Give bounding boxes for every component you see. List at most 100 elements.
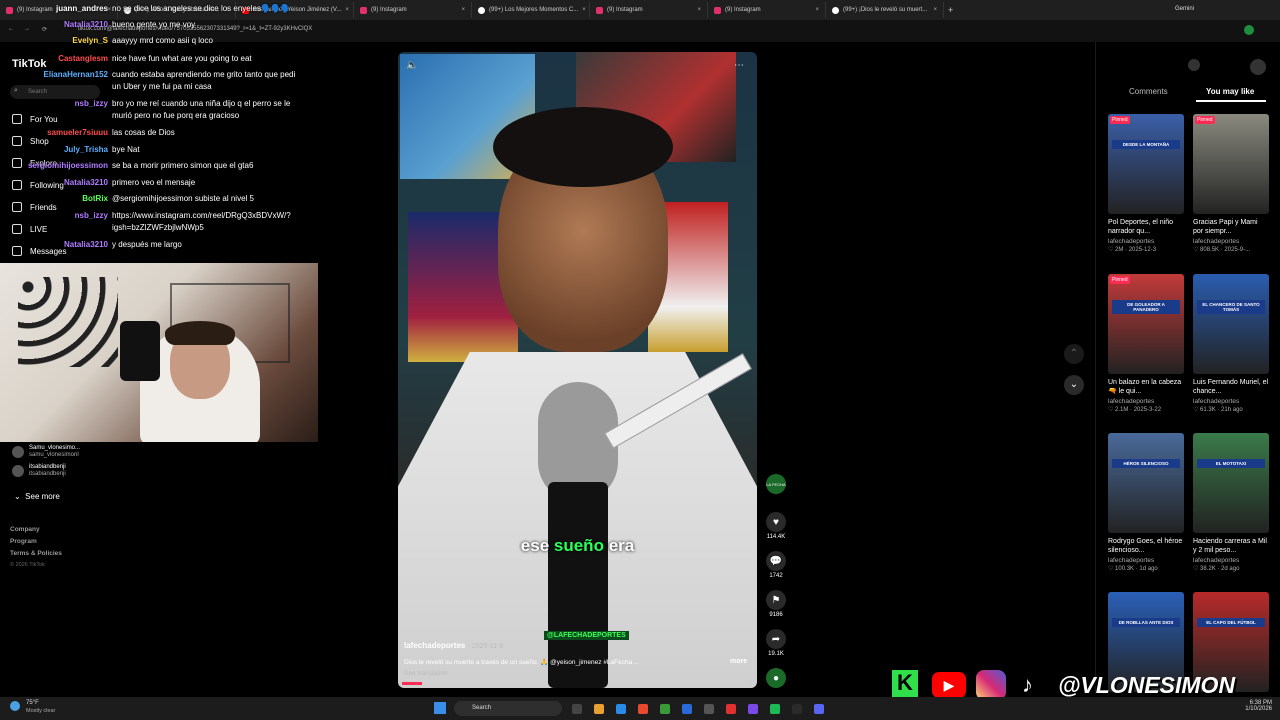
see-translation-link[interactable]: See translation xyxy=(404,670,447,677)
taskbar-app-icon[interactable] xyxy=(814,704,824,714)
profile-avatar[interactable] xyxy=(1244,25,1254,35)
taskbar-app-icon[interactable] xyxy=(572,704,582,714)
chat-text: primero veo el mensaje xyxy=(112,178,196,187)
close-tab-icon[interactable]: × xyxy=(933,7,937,13)
video-thumbnail[interactable]: Pinned DE GOLEADOR A PANADERO xyxy=(1108,274,1184,374)
taskbar-app-icon[interactable] xyxy=(770,704,780,714)
chat-message: un Uber y me fui pa mi casa xyxy=(0,82,212,92)
share-icon: ➦ xyxy=(766,629,786,649)
card-title[interactable]: Haciendo carreras a Mil y 2 mil peso... xyxy=(1193,537,1269,555)
taskbar-app-icon[interactable] xyxy=(616,704,626,714)
like-count: 114.4K xyxy=(766,534,786,540)
comment-icon: 💬 xyxy=(766,551,786,571)
video-thumbnail[interactable]: Pinned DESDE LA MONTAÑA xyxy=(1108,114,1184,214)
video-watermark: @LAFECHADEPORTES xyxy=(544,631,629,640)
card-title[interactable]: Pol Deportes, el niño narrador qu... xyxy=(1108,218,1184,236)
video-author[interactable]: lafechadeportes · 2025-11-8 xyxy=(404,641,503,650)
taskbar-search[interactable]: Search xyxy=(454,701,562,716)
mute-icon[interactable]: 🔈 xyxy=(406,60,418,71)
chat-username: Natalia3210 xyxy=(63,178,108,187)
video-player[interactable]: 🔈 ⋯ ese sueño era @LAFECHADEPORTES lafec… xyxy=(398,52,757,688)
author-name[interactable]: lafechadeportes xyxy=(404,641,465,650)
following-account[interactable]: itsabiandbenji itsabiandbenji xyxy=(12,464,112,478)
card-title[interactable]: Un balazo en la cabeza 🔫 le qui... xyxy=(1108,378,1184,396)
browser-tab[interactable]: (9) Instagram × xyxy=(590,2,708,18)
card-title[interactable]: Luis Fernando Muriel, el chance... xyxy=(1193,378,1269,396)
save-button[interactable]: ⚑ 9186 xyxy=(766,590,786,618)
recommended-video-card[interactable]: Pinned DE GOLEADOR A PANADERO Un balazo en… xyxy=(1108,274,1184,413)
taskbar-app-icon[interactable] xyxy=(748,704,758,714)
video-thumbnail[interactable]: EL MOTOTAXI xyxy=(1193,433,1269,533)
taskbar-app-icon[interactable] xyxy=(704,704,714,714)
card-author[interactable]: lafechadeportes xyxy=(1108,398,1184,405)
close-tab-icon[interactable]: × xyxy=(461,7,465,13)
tab-comments[interactable]: Comments xyxy=(1129,87,1168,96)
chat-message: Evelyn_S aaayyy mrd como asii q loco xyxy=(0,36,213,46)
browser-tab[interactable]: (99+) ¡Dios le reveló su muert... × xyxy=(826,2,944,18)
tab-you-may-like[interactable]: You may like xyxy=(1206,87,1254,96)
more-link[interactable]: more xyxy=(730,658,747,665)
video-thumbnail[interactable]: Pinned xyxy=(1193,114,1269,214)
chat-message: murió pero no fue porq era gracioso xyxy=(0,111,239,121)
previous-video-button[interactable]: ⌃ xyxy=(1064,344,1084,364)
chat-message: igsh=bzZlZWFzbjlwNWp5 xyxy=(0,223,204,233)
close-tab-icon[interactable]: × xyxy=(345,7,349,13)
comment-button[interactable]: 💬 1742 xyxy=(766,551,786,579)
panel-icon[interactable] xyxy=(1188,59,1200,71)
music-disc[interactable]: ● xyxy=(766,668,786,690)
footer-link[interactable]: Company xyxy=(10,526,62,533)
close-tab-icon[interactable]: × xyxy=(582,7,586,13)
chat-username: samueler7siuuu xyxy=(47,128,108,137)
card-author[interactable]: lafechadeportes xyxy=(1108,557,1184,564)
card-stats: ♡ 2.1M · 2025-3-22 xyxy=(1108,407,1162,413)
browser-tab[interactable]: (9) Instagram × xyxy=(708,2,826,18)
recommended-video-card[interactable]: Pinned DESDE LA MONTAÑA Pol Deportes, el n… xyxy=(1108,114,1184,253)
taskbar-app-icon[interactable] xyxy=(726,704,736,714)
card-author[interactable]: lafechadeportes xyxy=(1108,238,1184,245)
clock[interactable]: 6:38 PM 1/10/2026 xyxy=(1222,700,1272,712)
chat-message: Natalia3210 bueno gente yo me voy xyxy=(0,20,195,30)
kick-logo-icon: K xyxy=(892,670,918,700)
music-disc-icon: ● xyxy=(766,668,786,688)
share-button[interactable]: ➦ 19.1K xyxy=(766,629,786,657)
browser-tab[interactable]: (9) Instagram × xyxy=(354,2,472,18)
next-video-button[interactable]: ⌄ xyxy=(1064,375,1084,395)
taskbar-app-icon[interactable] xyxy=(792,704,802,714)
streamer-handle: @VLONESIMON xyxy=(1058,672,1236,698)
gemini-button[interactable]: Gemini xyxy=(1175,6,1194,12)
start-icon[interactable] xyxy=(434,702,446,714)
progress-bar[interactable] xyxy=(402,682,422,685)
author-avatar[interactable]: LA FECHA xyxy=(766,474,786,496)
instagram-logo-icon xyxy=(976,670,1006,700)
close-tab-icon[interactable]: × xyxy=(815,7,819,13)
following-account[interactable]: Samu_vlonesimo... samu_vlonesimonl xyxy=(12,445,112,459)
card-title[interactable]: Gracias Papi y Mami por siempr... xyxy=(1193,218,1269,236)
weather-temp[interactable]: 75°F xyxy=(26,700,39,706)
card-author[interactable]: lafechadeportes xyxy=(1193,557,1269,564)
footer-link[interactable]: Terms & Policies xyxy=(10,550,62,557)
recommended-video-card[interactable]: EL MOTOTAXI Haciendo carreras a Mil y 2 m… xyxy=(1193,433,1269,572)
new-tab-icon[interactable]: + xyxy=(948,5,953,15)
video-thumbnail[interactable]: EL CHANCERO DE SANTO TOMÁS xyxy=(1193,274,1269,374)
account-avatar[interactable] xyxy=(1250,59,1266,75)
recommended-video-card[interactable]: EL CHANCERO DE SANTO TOMÁS Luis Fernando … xyxy=(1193,274,1269,413)
card-author[interactable]: lafechadeportes xyxy=(1193,398,1269,405)
taskbar-app-icon[interactable] xyxy=(682,704,692,714)
browser-tab[interactable]: (99+) Los Mejores Momentos C... × xyxy=(472,2,590,18)
close-tab-icon[interactable]: × xyxy=(697,7,701,13)
taskbar-app-icon[interactable] xyxy=(660,704,670,714)
account-handle: samu_vlonesimonl xyxy=(29,452,79,458)
footer-link[interactable]: Program xyxy=(10,538,62,545)
weather-desc: Mostly clear xyxy=(26,708,56,714)
like-button[interactable]: ♥ 114.4K xyxy=(766,512,786,540)
more-options-icon[interactable]: ⋯ xyxy=(734,60,744,71)
see-more-link[interactable]: ⌄ See more xyxy=(14,492,60,501)
taskbar-app-icon[interactable] xyxy=(594,704,604,714)
video-thumbnail[interactable]: HÉROE SILENCIOSO xyxy=(1108,433,1184,533)
recommended-video-card[interactable]: Pinned Gracias Papi y Mami por siempr... l… xyxy=(1193,114,1269,253)
recommended-video-card[interactable]: HÉROE SILENCIOSO Rodrygo Goes, el héroe s… xyxy=(1108,433,1184,572)
card-title[interactable]: Rodrygo Goes, el héroe silencioso... xyxy=(1108,537,1184,555)
taskbar-app-icon[interactable] xyxy=(638,704,648,714)
card-author[interactable]: lafechadeportes xyxy=(1193,238,1269,245)
avatar xyxy=(12,446,24,458)
